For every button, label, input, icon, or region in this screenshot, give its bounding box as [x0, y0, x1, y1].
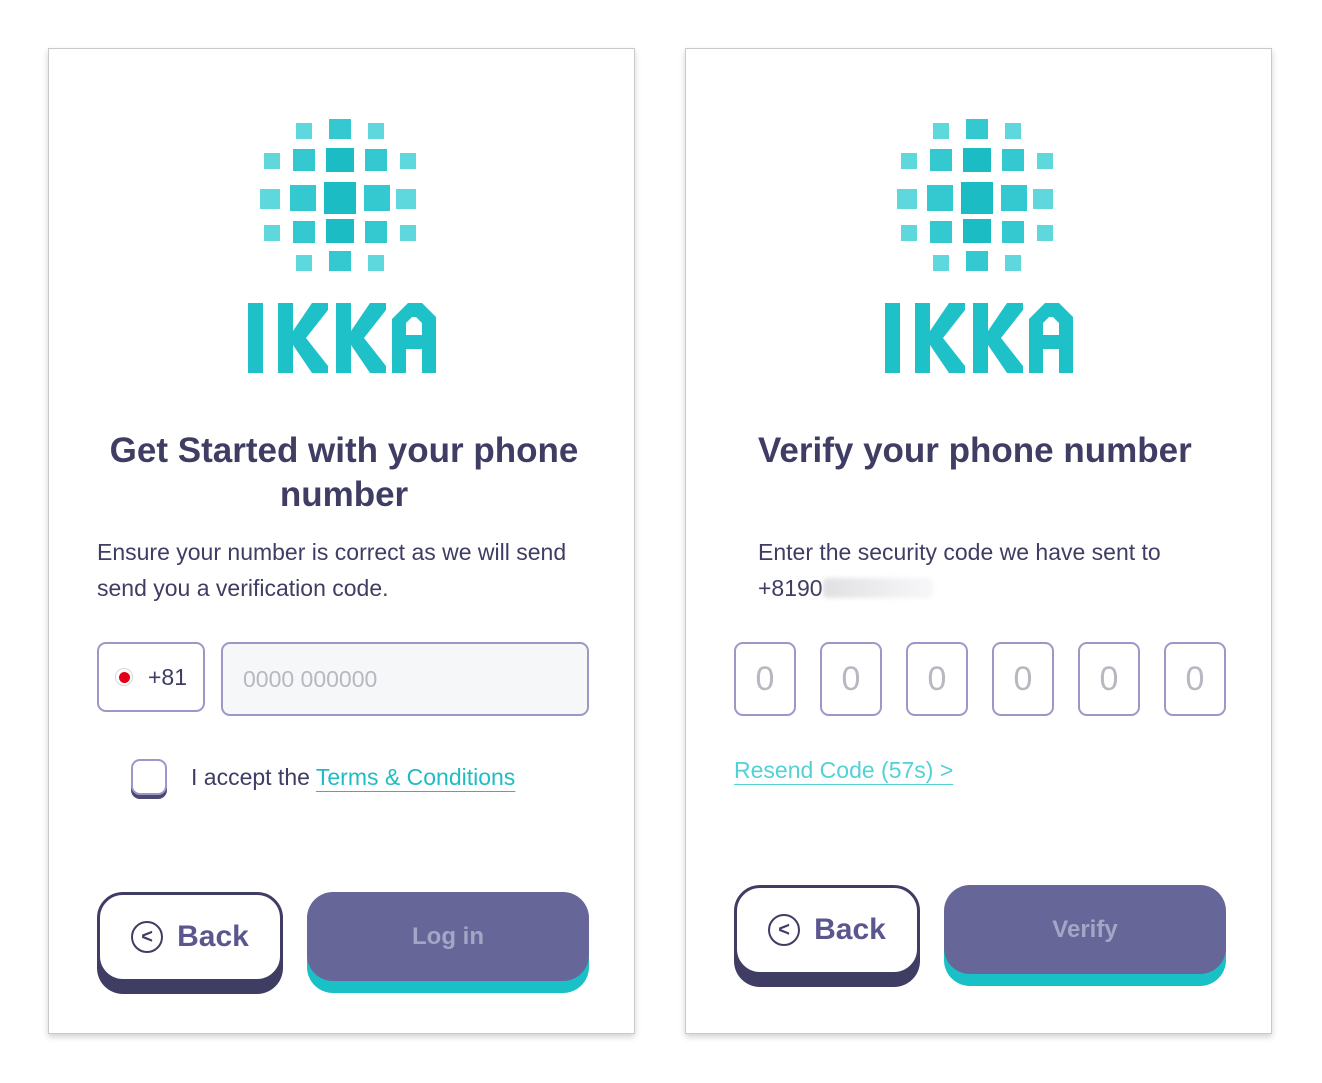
country-code-label: +81: [148, 663, 188, 690]
back-arrow-icon: <: [131, 921, 164, 953]
back-arrow-icon: <: [768, 914, 801, 946]
phone-number-text: +8190: [758, 575, 823, 601]
back-label: Back: [177, 920, 249, 953]
page-description: Ensure your number is correct as we will…: [97, 539, 567, 601]
otp-digit-3[interactable]: 0: [906, 642, 968, 716]
login-button[interactable]: Log in: [307, 892, 589, 981]
terms-text: I accept the Terms & Conditions: [191, 761, 515, 793]
back-button[interactable]: < Back: [97, 892, 283, 982]
description-text: Enter the security code we have sent to: [758, 539, 1161, 565]
ikka-logo: [885, 119, 1075, 379]
otp-digit-1[interactable]: 0: [734, 642, 796, 716]
redacted-phone-digits: [822, 578, 933, 598]
country-code-select[interactable]: +81: [97, 642, 205, 712]
back-button[interactable]: < Back: [734, 885, 920, 975]
ikka-logo: [248, 119, 438, 379]
terms-checkbox[interactable]: [131, 759, 167, 795]
japan-flag-icon: [115, 668, 133, 686]
otp-digit-4[interactable]: 0: [992, 642, 1054, 716]
verify-panel: Verify your phone number Enter the secur…: [685, 48, 1272, 1034]
page-description: Enter the security code we have sent to …: [758, 534, 1228, 606]
otp-digit-2[interactable]: 0: [820, 642, 882, 716]
login-panel: Get Started with your phone number Ensur…: [48, 48, 635, 1034]
resend-code-link[interactable]: Resend Code (57s) >: [734, 754, 953, 786]
verify-label: Verify: [1052, 915, 1118, 943]
back-label: Back: [814, 913, 886, 946]
page-title: Verify your phone number: [758, 431, 1192, 470]
login-label: Log in: [412, 922, 484, 950]
page-title: Get Started with your phone number: [109, 431, 579, 514]
otp-digit-6[interactable]: 0: [1164, 642, 1226, 716]
otp-digit-5[interactable]: 0: [1078, 642, 1140, 716]
verify-button[interactable]: Verify: [944, 885, 1226, 974]
phone-number-input[interactable]: [221, 642, 589, 716]
terms-prefix: I accept the: [191, 764, 316, 790]
terms-link[interactable]: Terms & Conditions: [316, 764, 515, 790]
